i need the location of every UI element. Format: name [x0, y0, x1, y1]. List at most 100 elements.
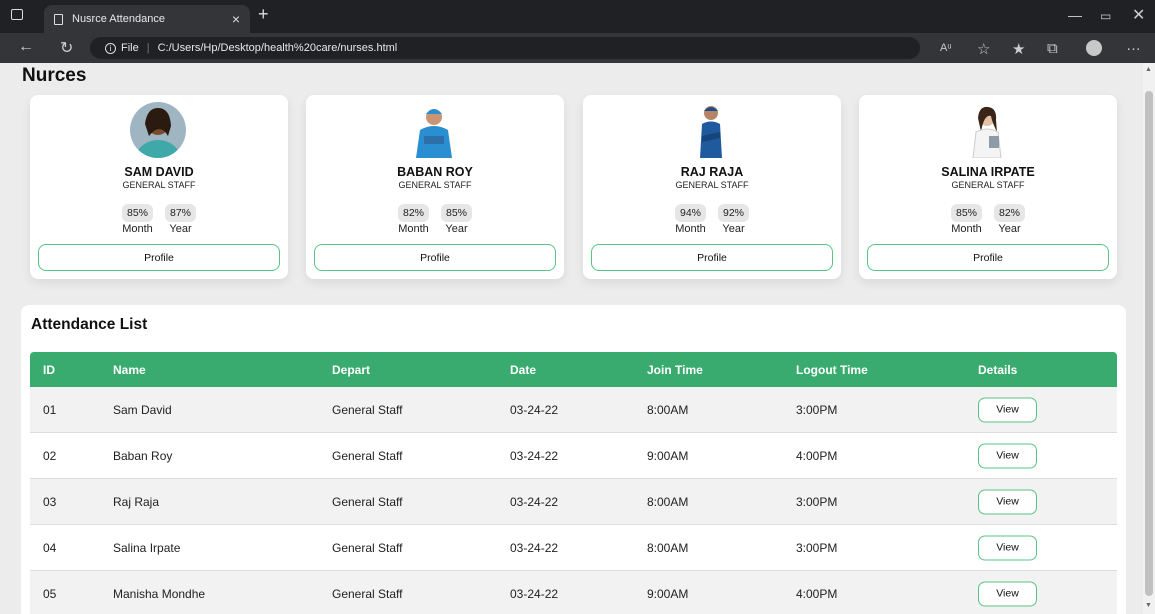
cell-date: 03-24-22 [510, 540, 559, 555]
nurse-role: GENERAL STAFF [675, 180, 749, 190]
view-button[interactable]: View [978, 397, 1037, 422]
avatar [130, 102, 186, 158]
view-button[interactable]: View [978, 443, 1037, 468]
year-percent: 92% [718, 204, 750, 222]
view-button[interactable]: View [978, 535, 1037, 560]
nurse-stats: 85% Month 82% Year [859, 204, 1117, 235]
profile-button[interactable]: Profile [867, 244, 1109, 271]
cell-id: 03 [43, 494, 57, 509]
browser-titlebar: Nusrce Attendance × + — ▭ ✕ [0, 0, 1155, 33]
minimize-icon[interactable]: — [1068, 7, 1082, 23]
new-tab-button[interactable]: + [258, 4, 269, 25]
cell-join-time: 9:00AM [647, 448, 689, 463]
nurse-stats: 82% Month 85% Year [306, 204, 564, 235]
url-bar[interactable]: i File | C:/Users/Hp/Desktop/health%20ca… [90, 37, 920, 59]
table-row: 02 Baban Roy General Staff 03-24-22 9:00… [30, 433, 1117, 479]
read-aloud-icon[interactable]: Aᵘ [940, 42, 952, 54]
column-header: Depart [332, 362, 371, 377]
cell-name: Salina Irpate [113, 540, 181, 555]
nurse-role: GENERAL STAFF [951, 180, 1025, 190]
cell-id: 01 [43, 402, 57, 417]
month-percent: 94% [674, 204, 706, 222]
url-scheme-label: File [121, 42, 139, 54]
table-row: 03 Raj Raja General Staff 03-24-22 8:00A… [30, 479, 1117, 525]
refresh-icon[interactable]: ↻ [60, 38, 73, 58]
cell-id: 02 [43, 448, 57, 463]
cell-name: Raj Raja [113, 494, 160, 509]
collections-icon[interactable]: ⧉ [1047, 40, 1058, 57]
cell-depart: General Staff [332, 586, 403, 601]
year-label: Year [722, 223, 745, 235]
cell-id: 04 [43, 540, 57, 555]
favorite-add-icon[interactable]: ☆ [977, 40, 990, 58]
month-percent: 85% [950, 204, 982, 222]
view-button[interactable]: View [978, 581, 1037, 606]
more-icon[interactable]: … [1126, 37, 1141, 54]
attendance-table: ID Name Depart Date Join Time Logout Tim… [30, 352, 1117, 614]
attendance-panel: Attendance List ID Name Depart Date Join… [21, 305, 1126, 614]
info-icon[interactable]: i [105, 42, 116, 54]
table-row: 05 Manisha Mondhe General Staff 03-24-22… [30, 571, 1117, 614]
month-label: Month [675, 223, 706, 235]
year-percent: 82% [994, 204, 1026, 222]
cell-id: 05 [43, 586, 57, 601]
nurse-card: RAJ RAJA GENERAL STAFF 94% Month 92% Year … [583, 95, 841, 279]
table-row: 04 Salina Irpate General Staff 03-24-22 … [30, 525, 1117, 571]
cell-logout-time: 3:00PM [796, 402, 838, 417]
favorites-icon[interactable]: ★ [1012, 40, 1025, 58]
sidebar-icon[interactable] [11, 9, 23, 20]
year-label: Year [169, 223, 192, 235]
scroll-down-icon[interactable]: ▼ [1145, 602, 1152, 609]
month-percent: 82% [397, 204, 429, 222]
nurse-role: GENERAL STAFF [398, 180, 472, 190]
close-icon[interactable]: ✕ [1132, 5, 1145, 25]
avatar [406, 102, 462, 158]
nurse-card: BABAN ROY GENERAL STAFF 82% Month 85% Year… [306, 95, 564, 279]
nurse-name: RAJ RAJA [680, 165, 744, 179]
nurse-stats: 94% Month 92% Year [583, 204, 841, 235]
url-separator: | [146, 42, 150, 54]
table-row: 01 Sam David General Staff 03-24-22 8:00… [30, 387, 1117, 433]
cell-join-time: 8:00AM [647, 494, 689, 509]
page-scrollbar[interactable]: ▲ ▼ [1143, 63, 1155, 614]
cell-depart: General Staff [332, 448, 403, 463]
attendance-title: Attendance List [31, 316, 148, 333]
profile-icon[interactable] [1086, 40, 1102, 56]
cell-logout-time: 3:00PM [796, 540, 838, 555]
column-header: Name [113, 362, 146, 377]
view-button[interactable]: View [978, 489, 1037, 514]
cell-join-time: 8:00AM [647, 540, 689, 555]
tab-title: Nusrce Attendance [72, 13, 165, 25]
restore-icon[interactable]: ▭ [1100, 9, 1111, 23]
column-header: ID [43, 362, 55, 377]
profile-button[interactable]: Profile [38, 244, 280, 271]
cell-date: 03-24-22 [510, 402, 559, 417]
nurse-role: GENERAL STAFF [122, 180, 196, 190]
column-header: Logout Time [796, 362, 868, 377]
month-percent: 85% [121, 204, 153, 222]
nurse-name: SALINA IRPATE [941, 165, 1035, 179]
url-text[interactable]: C:/Users/Hp/Desktop/health%20care/nurses… [158, 42, 398, 54]
scroll-thumb[interactable] [1145, 91, 1153, 596]
avatar [959, 102, 1015, 158]
cell-depart: General Staff [332, 494, 403, 509]
browser-tab[interactable]: Nusrce Attendance × [44, 5, 250, 33]
profile-button[interactable]: Profile [591, 244, 833, 271]
column-header: Details [978, 362, 1018, 377]
page-viewport: Nurces SAM DAVID GENERAL STAFF 85% Month … [0, 63, 1143, 614]
cell-name: Sam David [113, 402, 172, 417]
year-label: Year [445, 223, 468, 235]
year-percent: 85% [441, 204, 473, 222]
avatar [683, 102, 739, 158]
cell-depart: General Staff [332, 540, 403, 555]
tab-close-icon[interactable]: × [232, 11, 240, 27]
year-label: Year [998, 223, 1021, 235]
nurse-card: SALINA IRPATE GENERAL STAFF 85% Month 82%… [859, 95, 1117, 279]
table-header: ID Name Depart Date Join Time Logout Tim… [30, 352, 1117, 387]
scroll-up-icon[interactable]: ▲ [1145, 66, 1152, 73]
cell-date: 03-24-22 [510, 448, 559, 463]
back-icon[interactable]: ← [18, 38, 34, 56]
cell-depart: General Staff [332, 402, 403, 417]
month-label: Month [122, 223, 153, 235]
profile-button[interactable]: Profile [314, 244, 556, 271]
